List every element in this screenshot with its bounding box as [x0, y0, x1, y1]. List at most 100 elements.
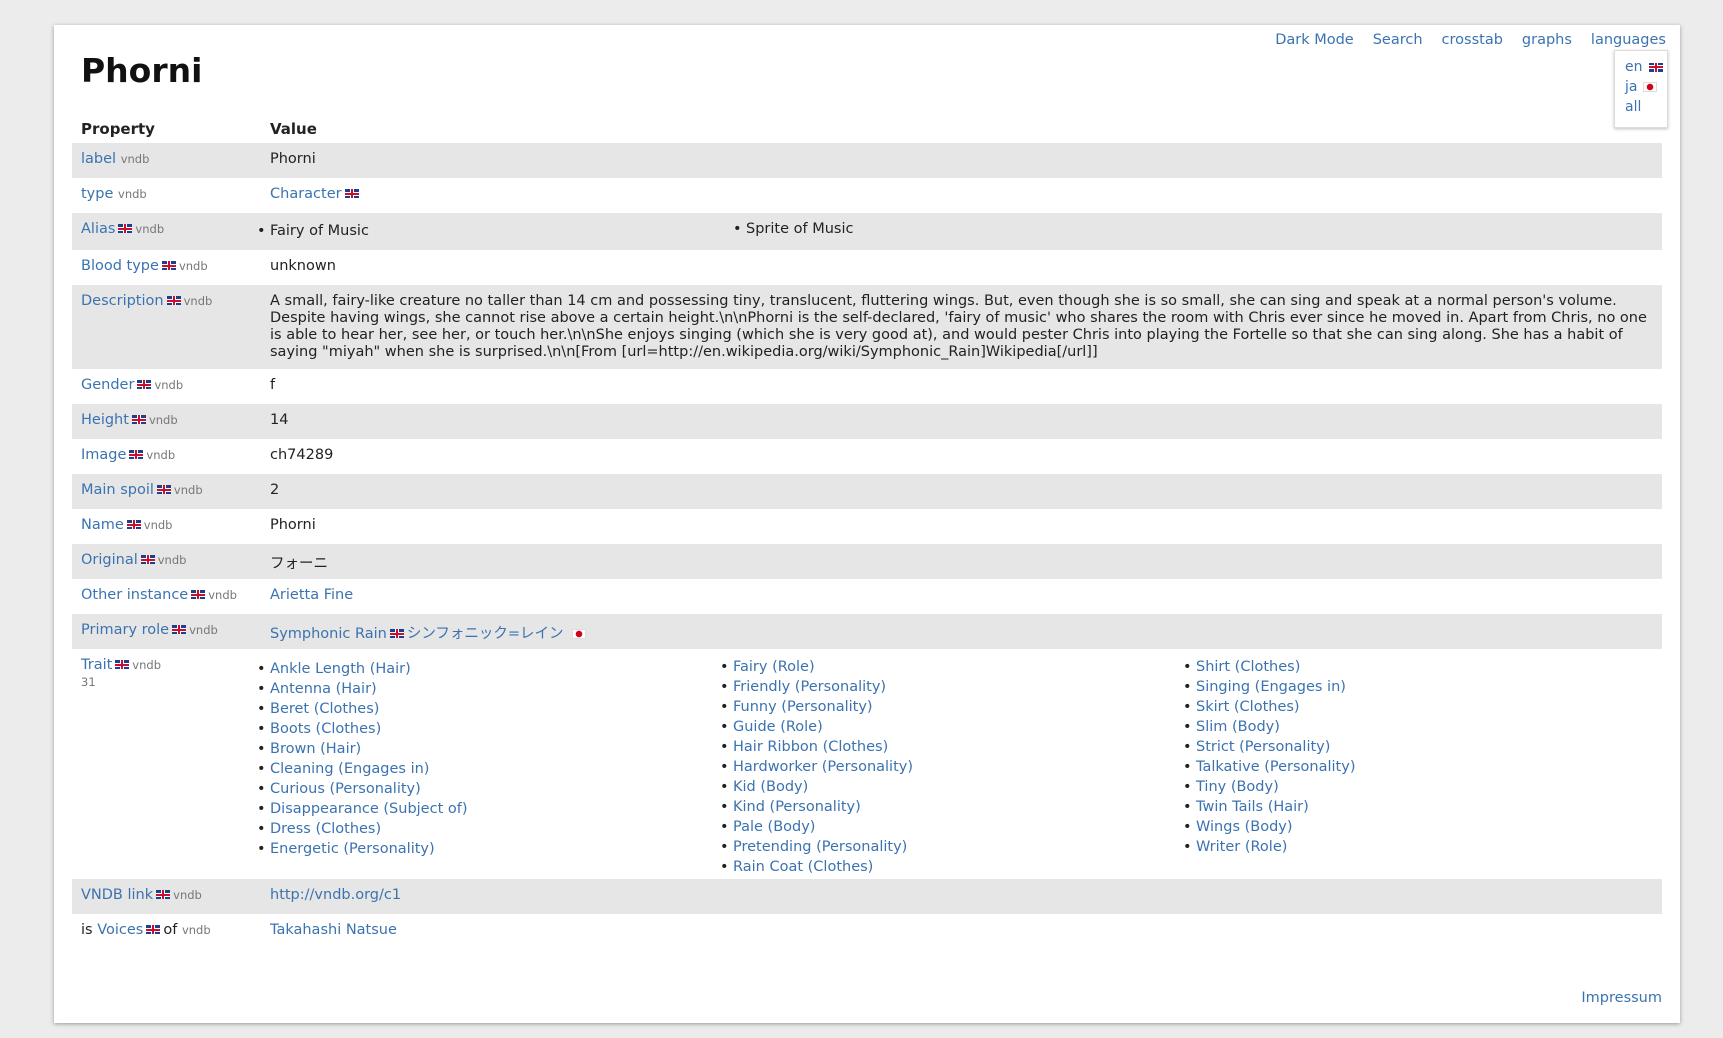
trait-link[interactable]: Shirt (Clothes)	[1196, 659, 1300, 675]
trait-link[interactable]: Disappearance (Subject of)	[270, 801, 468, 817]
property-vndb-link-link[interactable]: VNDB link	[81, 887, 153, 903]
trait-link[interactable]: Pretending (Personality)	[733, 839, 907, 855]
jp-flag-icon	[571, 629, 586, 639]
trait-link[interactable]: Dress (Clothes)	[270, 821, 381, 837]
trait-link[interactable]: Hardworker (Personality)	[733, 759, 913, 775]
original-value: フォーニ	[270, 556, 328, 572]
impressum-link[interactable]: Impressum	[1581, 990, 1662, 1006]
trait-count: 31	[81, 675, 96, 689]
trait-link[interactable]: Pale (Body)	[733, 819, 815, 835]
uk-flag-icon	[166, 296, 181, 305]
graphs-link[interactable]: graphs	[1522, 32, 1572, 48]
language-option-label[interactable]: ja	[1625, 79, 1637, 95]
trait-link[interactable]: Tiny (Body)	[1196, 779, 1279, 795]
trait-link[interactable]: Beret (Clothes)	[270, 701, 379, 717]
trait-item: Rain Coat (Clothes)	[720, 857, 1183, 877]
uk-flag-icon	[129, 450, 144, 459]
trait-link[interactable]: Hair Ribbon (Clothes)	[733, 739, 888, 755]
trait-item: Singing (Engages in)	[1183, 677, 1646, 697]
trait-item: Energetic (Personality)	[257, 839, 720, 859]
search-link[interactable]: Search	[1373, 32, 1423, 48]
trait-link[interactable]: Talkative (Personality)	[1196, 759, 1355, 775]
property-gender-link[interactable]: Gender	[81, 377, 134, 393]
trait-link[interactable]: Friendly (Personality)	[733, 679, 886, 695]
uk-flag-icon	[156, 890, 171, 899]
trait-item: Pretending (Personality)	[720, 837, 1183, 857]
property-trait-link[interactable]: Trait	[81, 657, 112, 673]
type-value-link[interactable]: Character	[270, 186, 342, 202]
property-column-header: Property	[81, 120, 155, 138]
crosstab-link[interactable]: crosstab	[1442, 32, 1503, 48]
table-row: Height vndb 14	[72, 404, 1662, 439]
language-option-label[interactable]: all	[1625, 99, 1641, 115]
trait-link[interactable]: Boots (Clothes)	[270, 721, 381, 737]
trait-link[interactable]: Singing (Engages in)	[1196, 679, 1346, 695]
source-tag: vndb	[120, 152, 150, 166]
vndb-link-value-link[interactable]: http://vndb.org/c1	[270, 887, 401, 903]
trait-link[interactable]: Writer (Role)	[1196, 839, 1287, 855]
property-original-link[interactable]: Original	[81, 552, 138, 568]
property-blood-type-link[interactable]: Blood type	[81, 258, 159, 274]
trait-link[interactable]: Brown (Hair)	[270, 741, 361, 757]
uk-flag-icon	[146, 925, 161, 934]
trait-link[interactable]: Skirt (Clothes)	[1196, 699, 1300, 715]
property-height-link[interactable]: Height	[81, 412, 129, 428]
other-instance-value-link[interactable]: Arietta Fine	[270, 587, 353, 603]
table-row: Alias vndb Fairy of Music Sprite of Music	[72, 213, 1662, 250]
trait-link[interactable]: Wings (Body)	[1196, 819, 1293, 835]
language-option-all[interactable]: all	[1615, 96, 1667, 116]
table-row: Original vndb フォーニ	[72, 544, 1662, 579]
language-option-en[interactable]: en	[1615, 56, 1667, 76]
primary-role-value-link[interactable]: Symphonic Rain	[270, 626, 387, 642]
trait-link[interactable]: Slim (Body)	[1196, 719, 1280, 735]
property-type-link[interactable]: type	[81, 186, 113, 202]
trait-link[interactable]: Funny (Personality)	[733, 699, 873, 715]
trait-link[interactable]: Kind (Personality)	[733, 799, 861, 815]
trait-link[interactable]: Fairy (Role)	[733, 659, 815, 675]
trait-link[interactable]: Twin Tails (Hair)	[1196, 799, 1309, 815]
trait-link[interactable]: Cleaning (Engages in)	[270, 761, 429, 777]
property-voices-link[interactable]: Voices	[97, 922, 143, 938]
language-option-label[interactable]: en	[1625, 59, 1643, 75]
alias-item: Fairy of Music	[257, 223, 733, 239]
dark-mode-link[interactable]: Dark Mode	[1275, 32, 1354, 48]
trait-link[interactable]: Guide (Role)	[733, 719, 823, 735]
trait-item: Guide (Role)	[720, 717, 1183, 737]
trait-item: Dress (Clothes)	[257, 819, 720, 839]
property-image-link[interactable]: Image	[81, 447, 126, 463]
uk-flag-icon	[156, 485, 171, 494]
trait-link[interactable]: Strict (Personality)	[1196, 739, 1330, 755]
property-description-link[interactable]: Description	[81, 293, 164, 309]
trait-link[interactable]: Kid (Body)	[733, 779, 808, 795]
uk-flag-icon	[140, 555, 155, 564]
language-option-ja[interactable]: ja	[1615, 76, 1667, 96]
trait-item: Talkative (Personality)	[1183, 757, 1646, 777]
trait-link[interactable]: Ankle Length (Hair)	[270, 661, 411, 677]
label-value: Phorni	[270, 151, 316, 167]
voices-value-link[interactable]: Takahashi Natsue	[270, 922, 397, 938]
property-main-spoil-link[interactable]: Main spoil	[81, 482, 154, 498]
languages-link[interactable]: languages	[1591, 32, 1666, 48]
trait-link[interactable]: Rain Coat (Clothes)	[733, 859, 873, 875]
uk-flag-icon	[126, 520, 141, 529]
property-name-link[interactable]: Name	[81, 517, 124, 533]
property-table: Property Value label vndb Phorni type vn…	[72, 115, 1662, 949]
trait-item: Boots (Clothes)	[257, 719, 720, 739]
uk-flag-icon	[1648, 62, 1663, 72]
main-spoil-value: 2	[270, 482, 280, 498]
trait-link[interactable]: Curious (Personality)	[270, 781, 421, 797]
table-row: Other instance vndb Arietta Fine	[72, 579, 1662, 614]
trait-link[interactable]: Antenna (Hair)	[270, 681, 377, 697]
gender-value: f	[270, 377, 276, 393]
trait-item: Friendly (Personality)	[720, 677, 1183, 697]
trait-link[interactable]: Energetic (Personality)	[270, 841, 435, 857]
property-other-instance-link[interactable]: Other instance	[81, 587, 188, 603]
primary-role-value-ja-link[interactable]: シンフォニック=レイン	[407, 626, 564, 642]
table-row: label vndb Phorni	[72, 143, 1662, 178]
table-row: Image vndb ch74289	[72, 439, 1662, 474]
property-alias-link[interactable]: Alias	[81, 221, 115, 237]
trait-column: Ankle Length (Hair) Antenna (Hair) Beret…	[257, 657, 720, 871]
trait-column: Shirt (Clothes) Singing (Engages in) Ski…	[1183, 657, 1646, 871]
property-label-link[interactable]: label	[81, 151, 116, 167]
property-primary-role-link[interactable]: Primary role	[81, 622, 169, 638]
